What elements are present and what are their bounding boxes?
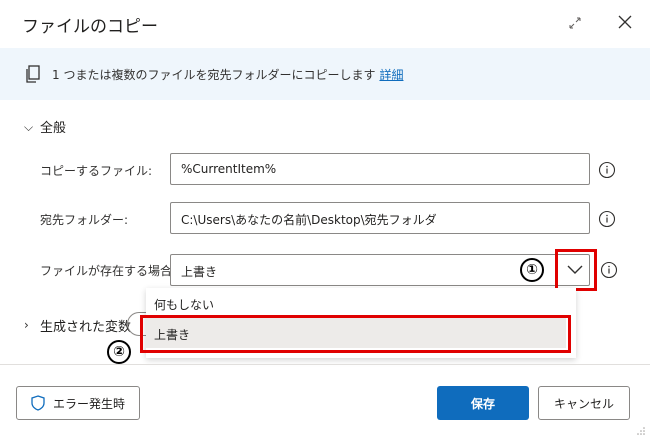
copy-icon xyxy=(26,65,40,83)
footer-divider xyxy=(0,364,650,365)
chevron-down-icon[interactable] xyxy=(566,262,584,276)
info-icon[interactable] xyxy=(600,261,618,279)
shield-icon xyxy=(31,395,45,411)
details-link[interactable]: 詳細 xyxy=(379,68,403,82)
source-file-label: コピーするファイル: xyxy=(40,164,153,178)
option-do-nothing[interactable]: 何もしない xyxy=(154,296,214,313)
info-text: 1 つまたは複数のファイルを宛先フォルダーにコピーします xyxy=(52,68,376,82)
on-error-label: エラー発生時 xyxy=(52,396,125,411)
resize-grip-icon[interactable] xyxy=(634,424,646,436)
if-exists-label: ファイルが存在する場合: xyxy=(40,264,177,278)
info-icon[interactable] xyxy=(598,210,616,228)
close-icon[interactable] xyxy=(616,13,634,31)
info-icon[interactable] xyxy=(598,161,616,179)
collapse-chevron-icon[interactable]: ⌵ xyxy=(24,120,33,135)
destination-folder-label: 宛先フォルダー: xyxy=(40,213,129,227)
option-highlight-box xyxy=(140,315,571,353)
dialog-title: ファイルのコピー xyxy=(22,17,158,37)
annotation-badge-1: ① xyxy=(520,258,544,282)
expand-chevron-icon[interactable]: › xyxy=(24,318,29,332)
source-file-input[interactable]: %CurrentItem% xyxy=(170,153,590,185)
destination-folder-input[interactable]: C:\Users\あなたの名前\Desktop\宛先フォルダ xyxy=(170,202,590,234)
generated-variables-label[interactable]: 生成された変数 xyxy=(40,316,131,335)
on-error-button[interactable]: エラー発生時 xyxy=(16,386,140,420)
cancel-button[interactable]: キャンセル xyxy=(538,386,630,420)
general-section-label[interactable]: 全般 xyxy=(40,117,66,136)
save-button[interactable]: 保存 xyxy=(437,386,529,420)
expand-icon[interactable] xyxy=(566,14,584,32)
info-description: 1 つまたは複数のファイルを宛先フォルダーにコピーします 詳細 xyxy=(52,66,403,83)
annotation-badge-2: ② xyxy=(107,340,131,364)
